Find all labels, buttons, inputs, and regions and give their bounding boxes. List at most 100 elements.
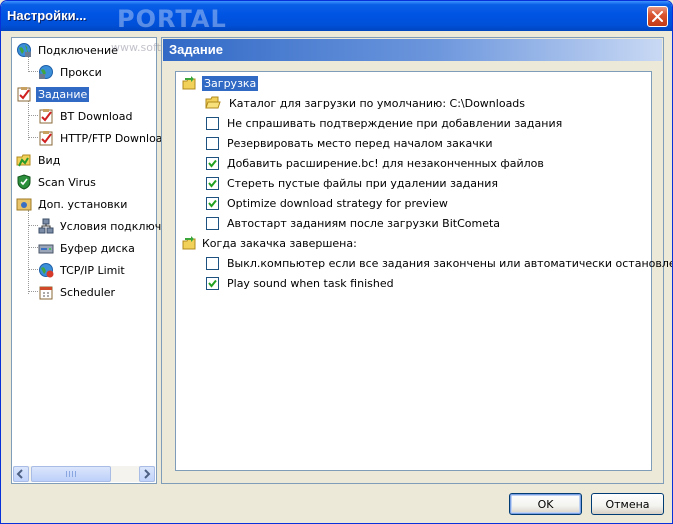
tree-item-connection-conditions[interactable]: Условия подключ — [38, 217, 163, 235]
group-label: Когда закачка завершена: — [202, 236, 357, 250]
close-icon — [652, 11, 663, 22]
settings-dialog: PORTAL Настройки... Подключение Прокси З… — [0, 0, 673, 524]
checkbox[interactable] — [206, 216, 219, 230]
option-reserve-space[interactable]: Резервировать место перед началом закачк… — [206, 134, 493, 152]
folder-arrow-icon — [182, 75, 198, 91]
option-no-confirm-add[interactable]: Не спрашивать подтверждение при добавлен… — [206, 114, 562, 132]
tree-line — [28, 210, 29, 294]
globe-proxy-icon — [38, 64, 54, 80]
arrow-right-icon — [144, 469, 151, 479]
option-label: Автостарт заданиям после загрузки BitCom… — [227, 216, 501, 230]
tree-item-connection[interactable]: Подключение — [16, 41, 120, 59]
tree-item-label: Доп. установки — [38, 197, 128, 211]
checkmark-icon — [208, 179, 217, 188]
group-when-finished[interactable]: Когда закачка завершена: — [182, 234, 357, 252]
tree-item-bt-download[interactable]: BT Download — [38, 107, 134, 125]
tree-line — [28, 291, 38, 292]
title-bar[interactable]: PORTAL Настройки... — [1, 1, 672, 33]
option-label: Выкл.компьютер если все задания закончен… — [227, 256, 673, 270]
option-bc-extension[interactable]: Добавить расширение.bc! для незаконченны… — [206, 154, 544, 172]
option-delete-empty-files[interactable]: Стереть пустые файлы при удалении задани… — [206, 174, 498, 192]
option-autostart-tasks[interactable]: Автостарт заданиям после загрузки BitCom… — [206, 214, 500, 232]
tree-item-task[interactable]: Задание — [16, 85, 90, 103]
tree-item-scan-virus[interactable]: Scan Virus — [16, 173, 98, 191]
tree-item-http-ftp-download[interactable]: HTTP/FTP Downloa — [38, 129, 165, 147]
group-download[interactable]: Загрузка — [182, 74, 259, 92]
cancel-button[interactable]: Отмена — [591, 493, 664, 515]
tree-item-proxy[interactable]: Прокси — [38, 63, 104, 81]
network-conditions-icon — [38, 218, 54, 234]
sidebar-horizontal-scrollbar[interactable] — [13, 466, 155, 482]
tree-item-label: Задание — [36, 86, 90, 102]
option-play-sound[interactable]: Play sound when task finished — [206, 274, 394, 292]
tree-item-label: Вид — [38, 153, 61, 167]
checkbox[interactable] — [206, 136, 219, 150]
option-label: Каталог для загрузки по умолчанию: C:\Do… — [229, 96, 526, 110]
scroll-thumb[interactable] — [31, 466, 111, 482]
tree-item-label: HTTP/FTP Downloa — [60, 131, 163, 145]
checkbox[interactable] — [206, 256, 219, 270]
option-label: Не спрашивать подтверждение при добавлен… — [227, 116, 563, 130]
scroll-left-button[interactable] — [13, 466, 29, 482]
advanced-settings-icon — [16, 196, 32, 212]
option-shutdown-computer[interactable]: Выкл.компьютер если все задания закончен… — [206, 254, 673, 272]
globe-network-icon — [16, 42, 32, 58]
checkmark-icon — [208, 159, 217, 168]
tree-item-advanced-settings[interactable]: Доп. установки — [16, 195, 129, 213]
tree-item-label: Условия подключ — [60, 219, 162, 233]
settings-list[interactable]: Загрузка Каталог для загрузки по умолчан… — [175, 71, 672, 471]
option-label: Резервировать место перед началом закачк… — [227, 136, 493, 150]
option-label: Стереть пустые файлы при удалении задани… — [227, 176, 498, 190]
tree-item-label: Scan Virus — [38, 175, 96, 189]
tree-line — [28, 71, 38, 72]
tree-line — [28, 137, 38, 138]
tree-line — [28, 115, 38, 116]
option-optimize-preview[interactable]: Optimize download strategy for preview — [206, 194, 448, 212]
tree-item-label: Буфер диска — [60, 241, 135, 255]
option-label: Добавить расширение.bc! для незаконченны… — [227, 156, 544, 170]
tree-line — [28, 225, 38, 226]
view-folder-icon — [16, 152, 32, 168]
watermark: PORTAL — [117, 5, 227, 33]
option-label: Play sound when task finished — [227, 276, 394, 290]
tree-item-disk-buffer[interactable]: Буфер диска — [38, 239, 137, 257]
tree-item-label: TCP/IP Limit — [60, 263, 125, 277]
settings-tree[interactable]: Подключение Прокси Задание BT Download H… — [11, 37, 163, 484]
checkbox-checked[interactable] — [206, 156, 219, 170]
tree-line — [28, 247, 38, 248]
tcpip-limit-icon — [38, 262, 54, 278]
checkbox-checked[interactable] — [206, 196, 219, 210]
tree-item-view[interactable]: Вид — [16, 151, 62, 169]
bt-download-icon — [38, 108, 54, 124]
window-title: Настройки... — [7, 8, 87, 23]
tree-item-label: Подключение — [38, 43, 118, 57]
folder-arrow-icon — [182, 235, 198, 251]
close-button[interactable] — [647, 6, 668, 27]
folder-open-icon — [205, 95, 221, 111]
ok-button[interactable]: OK — [509, 493, 582, 515]
disk-buffer-icon — [38, 240, 54, 256]
checkmark-icon — [208, 199, 217, 208]
tree-line — [28, 100, 29, 140]
tree-item-tcpip-limit[interactable]: TCP/IP Limit — [38, 261, 127, 279]
task-clipboard-icon — [16, 86, 32, 102]
checkbox-checked[interactable] — [206, 176, 219, 190]
http-ftp-download-icon — [38, 130, 54, 146]
shield-icon — [16, 174, 32, 190]
tree-item-scheduler[interactable]: Scheduler — [38, 283, 117, 301]
option-label: Optimize download strategy for preview — [227, 196, 448, 210]
tree-item-label: Прокси — [60, 65, 102, 79]
tree-line — [28, 269, 38, 270]
checkbox-checked[interactable] — [206, 276, 219, 290]
panel-title: Задание — [163, 39, 662, 61]
tree-item-label: BT Download — [60, 109, 133, 123]
checkmark-icon — [208, 279, 217, 288]
checkbox[interactable] — [206, 116, 219, 130]
scheduler-icon — [38, 284, 54, 300]
settings-panel: Задание Загрузка Каталог для загрузки по… — [161, 37, 672, 484]
arrow-left-icon — [16, 469, 23, 479]
default-download-folder[interactable]: Каталог для загрузки по умолчанию: C:\Do… — [205, 94, 525, 112]
group-label: Загрузка — [202, 75, 259, 91]
tree-item-label: Scheduler — [60, 285, 116, 299]
scroll-right-button[interactable] — [139, 466, 155, 482]
